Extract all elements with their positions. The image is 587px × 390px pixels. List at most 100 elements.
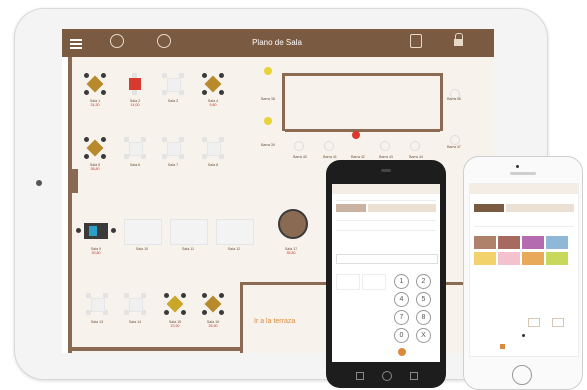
payment-option[interactable] [336, 274, 360, 290]
category-tile[interactable] [546, 252, 568, 265]
table-sala-11[interactable] [170, 219, 208, 245]
stool-barra-38[interactable] [264, 67, 272, 75]
table-sala-4[interactable] [202, 73, 224, 95]
order-line[interactable] [474, 204, 504, 212]
category-tile[interactable] [474, 236, 496, 249]
stool-barra-41[interactable] [324, 141, 334, 151]
stool-barra-42[interactable] [352, 131, 360, 139]
table-sala-14[interactable] [124, 293, 146, 315]
table-sala-12[interactable] [216, 219, 254, 245]
key-1[interactable]: 1 [394, 274, 409, 289]
table-sala-5[interactable] [84, 137, 106, 159]
table-label: Sala 17 35,80 [284, 247, 298, 255]
table-sala-8[interactable] [202, 137, 224, 159]
category-tile[interactable] [522, 252, 544, 265]
top-bar: Plano de Sala [62, 29, 494, 57]
table-label: Sala 2 14,00 [129, 99, 141, 107]
order-line-detail [506, 204, 574, 212]
divider [336, 220, 436, 221]
table-sala-17[interactable] [278, 209, 308, 239]
table-sala-1[interactable] [84, 73, 106, 95]
table-sala-9[interactable] [76, 219, 116, 243]
key-7[interactable]: 7 [394, 310, 409, 325]
table-label: Sala 1 24,30 [89, 99, 101, 107]
divider [336, 200, 436, 201]
floorplan-nav-icon[interactable] [157, 34, 171, 48]
bar-wall-left [282, 73, 285, 131]
divider [474, 226, 574, 227]
table-sala-13[interactable] [86, 293, 108, 315]
key-5[interactable]: 5 [416, 292, 431, 307]
home-icon[interactable] [382, 371, 392, 381]
table-label: Sala 9 39,80 [90, 247, 102, 255]
table-label: Sala 12 [227, 247, 241, 251]
table-sala-16[interactable] [202, 293, 224, 315]
stool-label: Barra 46 [447, 97, 461, 101]
order-header [332, 184, 440, 194]
table-label: Sala 14 [128, 320, 142, 324]
wall-bottom [68, 347, 240, 351]
confirm-icon[interactable] [398, 348, 406, 356]
stool-barra-39[interactable] [264, 117, 272, 125]
stool-barra-43[interactable] [380, 141, 390, 151]
bar-wall-right [440, 73, 443, 131]
key-8[interactable]: 8 [416, 310, 431, 325]
category-tile[interactable] [498, 252, 520, 265]
table-label: Sala 7 [167, 163, 179, 167]
table-sala-6[interactable] [124, 137, 146, 159]
menu-nav-icon[interactable] [110, 34, 124, 48]
action-button[interactable] [528, 318, 540, 327]
divider [336, 230, 436, 231]
iphone-screen [469, 183, 579, 357]
table-label: Sala 15 22,90 [168, 320, 182, 328]
table-sala-15[interactable] [164, 293, 186, 315]
terrace-wall-left [240, 282, 243, 353]
android-screen: 1 2 4 5 7 8 0 X [332, 184, 440, 362]
bar-wall-top [282, 73, 442, 76]
page-dot [522, 334, 525, 337]
table-sala-7[interactable] [162, 137, 184, 159]
phone-speaker [381, 169, 391, 172]
key-x[interactable]: X [416, 328, 431, 343]
stool-barra-40[interactable] [294, 141, 304, 151]
category-tile[interactable] [546, 236, 568, 249]
action-button[interactable] [552, 318, 564, 327]
payment-option[interactable] [362, 274, 386, 290]
stool-barra-47[interactable] [450, 135, 460, 145]
stool-label: Barra 43 [379, 155, 393, 159]
table-label: Sala 13 [90, 320, 104, 324]
order-line[interactable] [336, 204, 366, 212]
stool-label: Barra 44 [409, 155, 423, 159]
table-label: Sala 10 [135, 247, 149, 251]
order-line-detail [368, 204, 436, 212]
table-label: Sala 6 [129, 163, 141, 167]
menu-icon[interactable] [70, 37, 82, 51]
recents-icon[interactable] [410, 372, 418, 380]
amount-input[interactable] [336, 254, 438, 264]
table-sala-10[interactable] [124, 219, 162, 245]
order-header [470, 184, 578, 194]
key-2[interactable]: 2 [416, 274, 431, 289]
table-sala-3[interactable] [162, 73, 184, 95]
stool-label: Barra 39 [261, 143, 275, 147]
stool-label: Barra 41 [323, 155, 337, 159]
bar-counter [285, 129, 440, 132]
key-0[interactable]: 0 [394, 328, 409, 343]
lock-icon[interactable] [454, 33, 464, 47]
android-phone: 1 2 4 5 7 8 0 X [326, 160, 446, 388]
wall-notch [72, 169, 78, 193]
table-label: Sala 4 9,80 [207, 99, 219, 107]
category-tile[interactable] [498, 236, 520, 249]
category-tile[interactable] [522, 236, 544, 249]
terrace-link[interactable]: Ir a la terraza [254, 318, 295, 325]
table-sala-2[interactable] [124, 73, 146, 95]
key-4[interactable]: 4 [394, 292, 409, 307]
category-tile[interactable] [474, 252, 496, 265]
front-camera [516, 165, 519, 168]
tab-icon-active[interactable] [500, 344, 505, 349]
cashier-icon[interactable] [410, 34, 422, 48]
stool-barra-44[interactable] [410, 141, 420, 151]
home-button[interactable] [512, 365, 532, 385]
back-icon[interactable] [356, 372, 364, 380]
stool-label: Barra 38 [261, 97, 275, 101]
